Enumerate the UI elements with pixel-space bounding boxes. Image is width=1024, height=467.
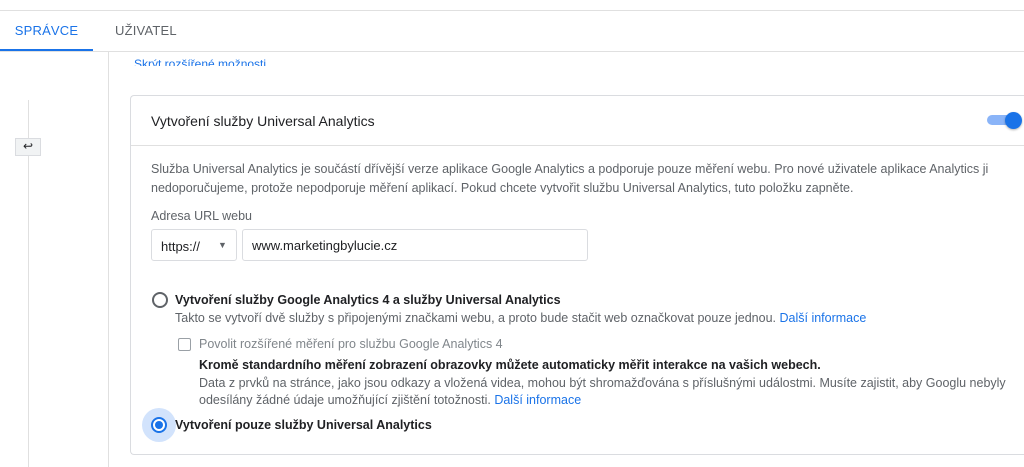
website-url-input[interactable] — [242, 229, 588, 261]
enhanced-measurement-heading: Kromě standardního měření zobrazení obra… — [199, 358, 821, 372]
hide-advanced-options-link[interactable]: Skrýt rozšířené možnosti — [134, 58, 266, 66]
enhanced-learn-more-link[interactable]: Další informace — [494, 393, 581, 407]
card-title: Vytvoření služby Universal Analytics — [151, 113, 375, 129]
tab-user[interactable]: UŽIVATEL — [115, 11, 177, 51]
universal-analytics-card: Vytvoření služby Universal Analytics Slu… — [130, 95, 1024, 455]
option-ua-only-title: Vytvoření pouze služby Universal Analyti… — [175, 418, 432, 432]
radio-ua-only[interactable] — [151, 417, 167, 433]
enhanced-measurement-description: Data z prvků na stránce, jako jsou odkaz… — [199, 375, 1019, 409]
radio-selected-dot — [155, 421, 163, 429]
option-ga4-and-ua-subtitle-text: Takto se vytvoří dvě služby s připojeným… — [175, 311, 777, 325]
website-url-label: Adresa URL webu — [151, 209, 252, 223]
enhanced-measurement-checkbox[interactable] — [178, 338, 191, 351]
option-ga4-and-ua-title: Vytvoření služby Google Analytics 4 a sl… — [175, 293, 561, 307]
tab-bar: SPRÁVCE UŽIVATEL — [0, 10, 1024, 52]
learn-more-link[interactable]: Další informace — [780, 311, 867, 325]
arrow-left-bar-icon: ↩ — [22, 139, 34, 153]
protocol-select[interactable]: https:// ▼ — [151, 229, 237, 261]
radio-ga4-and-ua[interactable] — [152, 292, 168, 308]
protocol-value: https:// — [161, 239, 201, 254]
column-divider — [108, 51, 109, 467]
collapse-panel-button[interactable]: ↩ — [15, 138, 41, 156]
dropdown-arrow-icon: ▼ — [218, 240, 227, 250]
universal-analytics-toggle[interactable] — [987, 112, 1022, 129]
option-ga4-and-ua-subtitle: Takto se vytvoří dvě služby s připojeným… — [175, 311, 866, 325]
card-description: Služba Universal Analytics je součástí d… — [151, 162, 989, 195]
toggle-knob — [1005, 112, 1022, 129]
tab-admin[interactable]: SPRÁVCE — [0, 11, 93, 51]
enhanced-measurement-text: Data z prvků na stránce, jako jsou odkaz… — [199, 376, 1006, 407]
card-header: Vytvoření služby Universal Analytics — [131, 96, 1024, 146]
enhanced-measurement-label: Povolit rozšířené měření pro službu Goog… — [199, 337, 503, 351]
